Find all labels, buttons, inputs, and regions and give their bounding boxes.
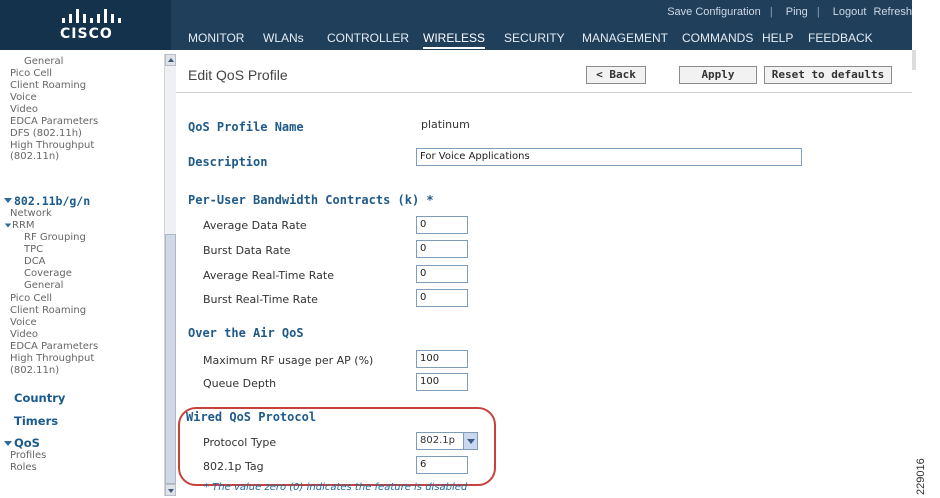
title-divider [176, 92, 912, 93]
sidebar-item-coverage[interactable]: Coverage [24, 268, 72, 279]
edge-strip [912, 50, 916, 70]
footnote: * The value zero (0) indicates the featu… [204, 482, 468, 493]
sidebar-item-video[interactable]: Video [10, 104, 38, 115]
sidebar-item-high-throughput-2[interactable]: High Throughput [10, 353, 94, 364]
sidebar-item-roles[interactable]: Roles [10, 462, 37, 473]
burst-rt-rate-input[interactable]: 0 [416, 289, 468, 307]
sidebar-item-video-2[interactable]: Video [10, 329, 38, 340]
bandwidth-contracts-heading: Per-User Bandwidth Contracts (k) * [188, 193, 434, 207]
chevron-down-icon[interactable] [463, 433, 477, 449]
sidebar-section-qos[interactable]: QoS [14, 436, 40, 450]
sidebar-section-802-11bgn[interactable]: 802.11b/g/n [14, 194, 90, 208]
sidebar-item-edca[interactable]: EDCA Parameters [10, 116, 98, 127]
sidebar-item-rrm[interactable]: RRM [12, 220, 35, 231]
expand-qos-icon[interactable] [4, 441, 12, 446]
qos-profile-name-label: QoS Profile Name [188, 120, 304, 134]
scroll-down-button[interactable] [165, 484, 176, 496]
back-button[interactable]: < Back [586, 66, 646, 84]
queue-depth-input[interactable]: 100 [416, 373, 468, 391]
nav-management[interactable]: MANAGEMENT [582, 31, 668, 45]
apply-button[interactable]: Apply [679, 66, 757, 84]
sidebar-item-rf-grouping[interactable]: RF Grouping [24, 232, 86, 243]
refresh-link[interactable]: Refresh [873, 6, 912, 18]
avg-rt-rate-label: Average Real-Time Rate [203, 269, 334, 282]
description-label: Description [188, 155, 268, 169]
cisco-bars-icon [62, 7, 122, 23]
nav-controller[interactable]: CONTROLLER [327, 31, 409, 45]
sidebar-section-timers[interactable]: Timers [14, 414, 58, 428]
nav-monitor[interactable]: MONITOR [188, 31, 244, 45]
tag-label: 802.1p Tag [203, 460, 264, 473]
sidebar-item-voice[interactable]: Voice [10, 92, 37, 103]
sidebar-item-profiles[interactable]: Profiles [10, 450, 46, 461]
sidebar-item-pico-cell-2[interactable]: Pico Cell [10, 293, 52, 304]
sidebar-item-client-roaming-2[interactable]: Client Roaming [10, 305, 86, 316]
sidebar-item-tpc[interactable]: TPC [24, 244, 43, 255]
protocol-type-label: Protocol Type [203, 436, 277, 449]
nav-help[interactable]: HELP [762, 31, 793, 45]
avg-rt-rate-input[interactable]: 0 [416, 265, 468, 283]
avg-data-rate-label: Average Data Rate [203, 219, 307, 232]
nav-feedback[interactable]: FEEDBACK [808, 31, 873, 45]
max-rf-usage-label: Maximum RF usage per AP (%) [203, 354, 374, 367]
sidebar-item-dca[interactable]: DCA [24, 256, 46, 267]
reset-to-defaults-button[interactable]: Reset to defaults [764, 66, 892, 84]
qos-profile-name-value: platinum [421, 118, 470, 131]
nav-wireless[interactable]: WIRELESS [423, 31, 486, 49]
tag-input[interactable]: 6 [416, 456, 468, 474]
logo-text: cisco [60, 26, 113, 42]
cisco-logo: cisco [0, 0, 171, 50]
sidebar-item-voice-2[interactable]: Voice [10, 317, 37, 328]
top-links: Save Configuration | Ping | Logout Refre… [667, 6, 912, 18]
sidebar-item-high-throughput[interactable]: High Throughput [10, 140, 94, 151]
sidebar-item-edca-2[interactable]: EDCA Parameters [10, 341, 98, 352]
max-rf-usage-input[interactable]: 100 [416, 350, 468, 368]
sidebar-scrollbar[interactable] [164, 54, 176, 496]
sidebar-item-80211n: (802.11n) [10, 151, 60, 162]
sidebar-item-pico-cell[interactable]: Pico Cell [10, 68, 52, 79]
nav-commands[interactable]: COMMANDS [682, 31, 753, 45]
sidebar-item-dfs[interactable]: DFS (802.11h) [10, 128, 82, 139]
sidebar-item-rrm-general[interactable]: General [24, 280, 63, 291]
expand-rrm-icon[interactable] [4, 223, 12, 228]
sidebar-item-general[interactable]: General [24, 56, 63, 67]
save-configuration-link[interactable]: Save Configuration [667, 6, 761, 18]
logout-link[interactable]: Logout [833, 6, 867, 18]
scroll-thumb[interactable] [165, 234, 176, 484]
queue-depth-label: Queue Depth [203, 377, 277, 390]
sidebar-item-network[interactable]: Network [10, 208, 52, 219]
header-bar: cisco Save Configuration | Ping | Logout… [0, 0, 912, 50]
burst-rt-rate-label: Burst Real-Time Rate [203, 293, 318, 306]
required-asterisk: * [419, 193, 434, 207]
protocol-type-select[interactable]: 802.1p [416, 432, 478, 450]
burst-data-rate-input[interactable]: 0 [416, 240, 468, 258]
nav-wlans[interactable]: WLANs [263, 31, 304, 45]
burst-data-rate-label: Burst Data Rate [203, 244, 291, 257]
expand-802-11bgn-icon[interactable] [4, 198, 12, 203]
sidebar: General Pico Cell Client Roaming Voice V… [0, 50, 164, 498]
arrow-down-icon [168, 489, 174, 493]
sidebar-section-country[interactable]: Country [14, 391, 65, 405]
main-content: Edit QoS Profile < Back Apply Reset to d… [176, 50, 912, 498]
description-input[interactable]: For Voice Applications [416, 148, 802, 166]
arrow-up-icon [168, 58, 174, 62]
over-the-air-qos-heading: Over the Air QoS [188, 326, 304, 340]
sidebar-item-80211n-2: (802.11n) [10, 365, 60, 376]
ping-link[interactable]: Ping [786, 6, 808, 18]
sidebar-item-client-roaming[interactable]: Client Roaming [10, 80, 86, 91]
protocol-type-value: 802.1p [420, 435, 455, 446]
bandwidth-contracts-label: Per-User Bandwidth Contracts (k) [188, 193, 420, 207]
figure-code: 229016 [915, 451, 935, 495]
page-title: Edit QoS Profile [188, 67, 288, 83]
nav-security[interactable]: SECURITY [504, 31, 565, 45]
wired-qos-protocol-heading: Wired QoS Protocol [186, 410, 317, 424]
avg-data-rate-input[interactable]: 0 [416, 216, 468, 234]
scroll-up-button[interactable] [165, 54, 176, 66]
figure-code-text: 229016 [915, 458, 927, 495]
